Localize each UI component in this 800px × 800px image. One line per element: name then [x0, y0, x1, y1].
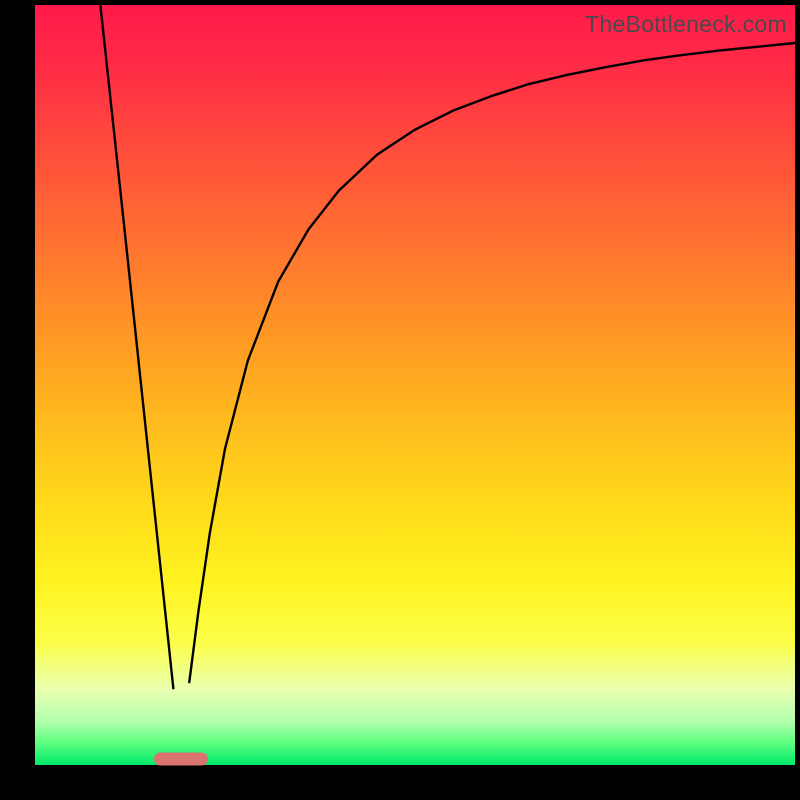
curve-right [189, 43, 795, 682]
bottleneck-marker [154, 753, 208, 766]
chart-frame: TheBottleneck.com [0, 0, 800, 800]
plot-area: TheBottleneck.com [35, 5, 795, 765]
curve-layer [35, 5, 795, 765]
curve-left [100, 5, 173, 688]
